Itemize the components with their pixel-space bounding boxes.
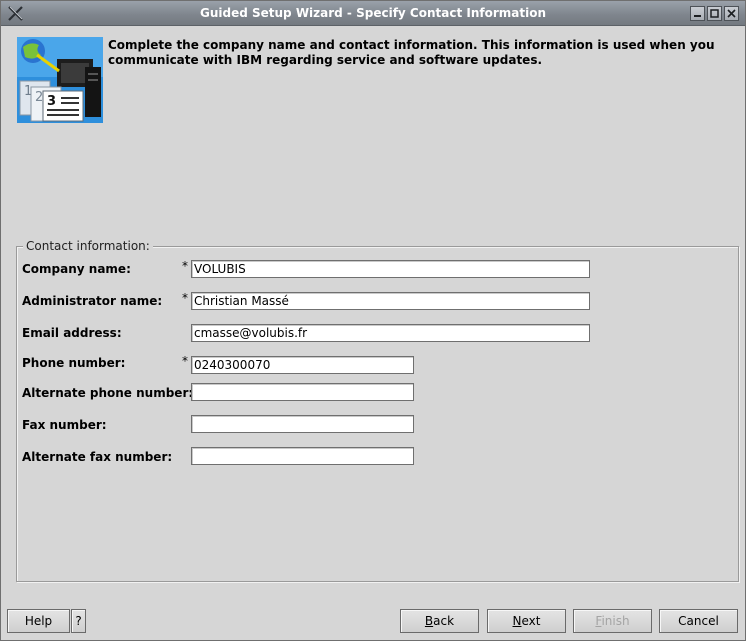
instruction-text: Complete the company name and contact in… [108, 38, 715, 67]
required-marker: * [182, 291, 188, 305]
administrator-name-field[interactable]: Christian Massé [191, 292, 590, 310]
minimize-icon [694, 15, 701, 17]
fax-number-field[interactable] [191, 415, 414, 433]
email-address-label: Email address: [22, 326, 122, 340]
help-button[interactable]: Help [7, 609, 70, 633]
next-mnemonic: N [512, 614, 522, 628]
group-legend: Contact information: [23, 239, 153, 253]
alternate-fax-number-field[interactable] [191, 447, 414, 465]
finish-button[interactable]: Finish [573, 609, 652, 633]
window-title: Guided Setup Wizard - Specify Contact In… [199, 6, 546, 20]
maximize-icon [710, 9, 719, 18]
back-label: ack [433, 614, 455, 628]
finish-label: inish [601, 614, 630, 628]
administrator-name-label: Administrator name: [22, 294, 163, 308]
phone-number-field[interactable]: 0240300070 [191, 356, 414, 374]
next-button[interactable]: Next [487, 609, 566, 633]
maximize-button[interactable] [707, 6, 722, 21]
close-button[interactable] [724, 6, 739, 21]
fax-number-label: Fax number: [22, 418, 107, 432]
wizard-window: Guided Setup Wizard - Specify Contact In… [0, 0, 746, 641]
title-bar[interactable]: Guided Setup Wizard - Specify Contact In… [1, 1, 745, 26]
company-name-field[interactable]: VOLUBIS [191, 260, 590, 278]
phone-number-label: Phone number: [22, 356, 126, 370]
close-icon [727, 9, 736, 18]
required-marker: * [182, 354, 188, 368]
required-marker: * [182, 259, 188, 273]
svg-text:2: 2 [35, 90, 43, 105]
company-name-label: Company name: [22, 262, 131, 276]
minimize-button[interactable] [690, 6, 705, 21]
email-address-field[interactable]: cmasse@volubis.fr [191, 324, 590, 342]
next-label: ext [521, 614, 541, 628]
alternate-fax-number-label: Alternate fax number: [22, 450, 173, 464]
back-mnemonic: B [424, 614, 434, 628]
alternate-phone-number-label: Alternate phone number: [22, 386, 194, 400]
svg-text:3: 3 [47, 94, 56, 109]
alternate-phone-number-field[interactable] [191, 383, 414, 401]
cancel-button[interactable]: Cancel [659, 609, 738, 633]
wizard-contact-icon: 1 2 3 [17, 37, 103, 123]
back-button[interactable]: Back [400, 609, 479, 633]
context-help-button[interactable]: ? [71, 609, 86, 633]
